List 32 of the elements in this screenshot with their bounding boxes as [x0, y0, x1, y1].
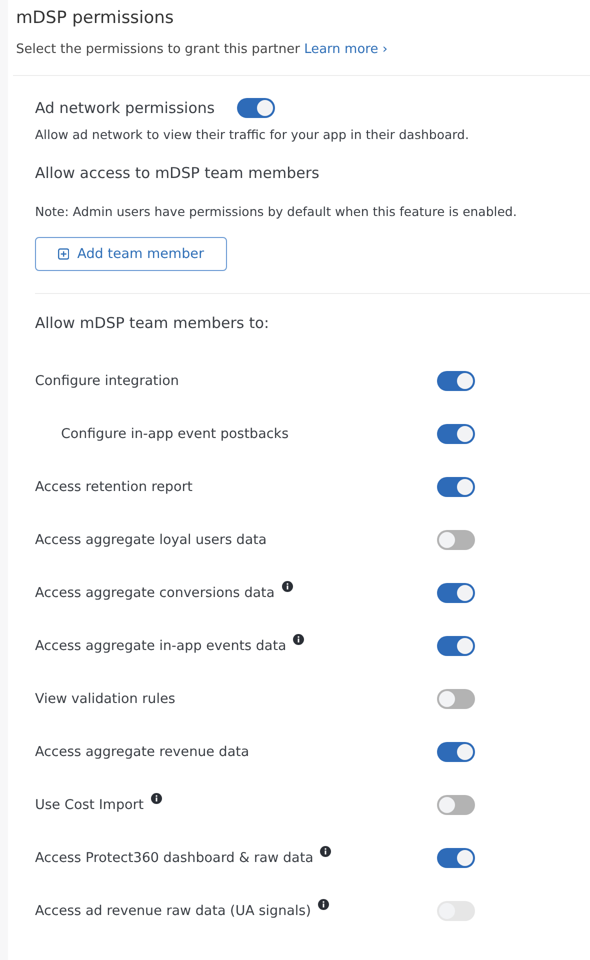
section-label: Ad network permissions: [35, 99, 215, 117]
toggle-switch[interactable]: [437, 424, 475, 444]
toggle-switch[interactable]: [437, 742, 475, 762]
toggle-switch[interactable]: [437, 688, 475, 708]
note-text: Note: Admin users have permissions by default when this feature is enabled.: [35, 204, 518, 219]
add-team-member-button[interactable]: Add team member: [35, 237, 227, 271]
permission-label: Configure integration: [35, 372, 179, 388]
toggle-switch[interactable]: [437, 848, 475, 868]
toggle-switch[interactable]: [437, 636, 475, 656]
permission-label: Access retention report: [35, 478, 193, 494]
permission-label: View validation rules: [35, 690, 176, 706]
learn-more-link[interactable]: Learn more ›: [304, 42, 388, 57]
section-heading: Allow mDSP team members to:: [35, 314, 270, 332]
plus-icon: [58, 247, 70, 261]
section-heading: Allow access to mDSP team members: [35, 164, 320, 182]
permission-label: Use Cost Import: [35, 796, 144, 812]
toggle-switch[interactable]: [437, 476, 475, 496]
toggle-switch[interactable]: [437, 530, 475, 550]
toggle-switch[interactable]: [437, 370, 475, 390]
permission-label: Access aggregate in-app events data: [35, 638, 286, 654]
permission-label: Access aggregate loyal users data: [35, 532, 267, 548]
permission-label: Access aggregate conversions data: [35, 584, 275, 600]
permission-label: Access ad revenue raw data (UA signals): [35, 902, 311, 918]
subtitle: Select the permissions to grant this partner: [16, 42, 300, 57]
permission-label: Access aggregate revenue data: [35, 744, 250, 760]
description: Allow ad network to view their traffic for your app in their dashboard.: [35, 127, 470, 142]
toggle-switch[interactable]: [236, 98, 275, 118]
toggle-switch[interactable]: [437, 794, 475, 814]
permission-label: Configure in-app event postbacks: [61, 426, 289, 442]
toggle-switch[interactable]: [437, 582, 475, 602]
page-title: mDSP permissions: [16, 8, 175, 28]
permission-label: Access Protect360 dashboard & raw data: [35, 850, 314, 866]
